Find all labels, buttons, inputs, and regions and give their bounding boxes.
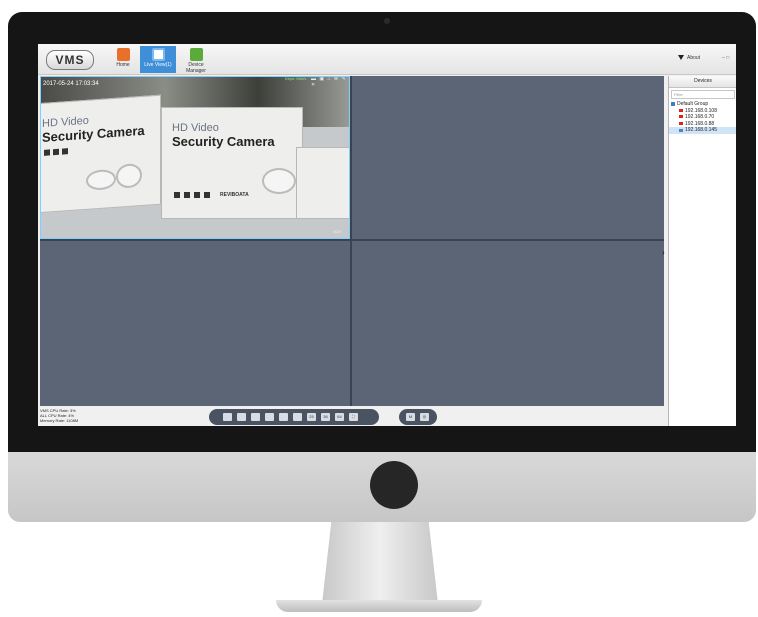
system-status: VMS CPU Rate: 3% ALL CPU Rate: 4% Memory… bbox=[38, 408, 200, 426]
extra-toolbar: M ◎ bbox=[399, 409, 437, 425]
device-manager-button[interactable]: Device Manager bbox=[178, 46, 214, 74]
device-label: 192.168.0.108 bbox=[685, 107, 717, 114]
camera-box-left: HD Video Security Camera bbox=[41, 94, 161, 214]
record-button[interactable]: ◎ bbox=[420, 413, 429, 421]
devices-header: Devices bbox=[669, 76, 736, 88]
camera-icon bbox=[679, 121, 683, 125]
layout-4-button[interactable] bbox=[237, 413, 246, 421]
camera-box-front: HD Video Security Camera REVIBOATA bbox=[161, 107, 303, 219]
monitor-stand-foot bbox=[276, 600, 482, 612]
device-filter-input[interactable]: Filter bbox=[671, 90, 735, 99]
app-toolbar: VMS Home Live View(1) Device Manager Abo… bbox=[38, 44, 736, 75]
layout-8-button[interactable] bbox=[265, 413, 274, 421]
tree-group[interactable]: Default Group bbox=[669, 101, 736, 108]
camera-icon bbox=[679, 108, 683, 112]
box-text-hd: HD Video bbox=[172, 122, 219, 134]
vms-logo: VMS bbox=[46, 50, 94, 70]
monitor-logo-circle bbox=[370, 461, 418, 509]
tree-device[interactable]: 192.168.0.108 bbox=[669, 108, 736, 115]
folder-icon bbox=[671, 101, 675, 106]
home-icon bbox=[116, 48, 130, 61]
video-channel-3[interactable] bbox=[40, 241, 350, 406]
box-icon bbox=[62, 148, 68, 155]
box-icon bbox=[53, 148, 59, 156]
home-label: Home bbox=[116, 62, 130, 68]
layout-16-button[interactable] bbox=[293, 413, 302, 421]
menu-button[interactable]: M bbox=[406, 413, 415, 421]
stream-status: Kbps: Kbit/s bbox=[285, 76, 307, 81]
vms-app-window: VMS Home Live View(1) Device Manager Abo… bbox=[38, 44, 736, 426]
box-icon bbox=[194, 192, 200, 198]
camera-icon bbox=[679, 115, 683, 119]
box-text-security: Security Camera bbox=[172, 134, 275, 149]
tree-device[interactable]: 192.168.0.70 bbox=[669, 114, 736, 121]
layout-36-button[interactable]: 36 bbox=[321, 413, 330, 421]
home-button[interactable]: Home bbox=[112, 46, 134, 73]
camera-illustration bbox=[86, 168, 116, 191]
fullscreen-button[interactable]: ⛶ bbox=[349, 413, 358, 421]
device-manager-icon bbox=[189, 48, 203, 61]
video-channel-4[interactable] bbox=[352, 241, 664, 406]
box-icon bbox=[174, 192, 180, 198]
video-timestamp: 2017-05-24 17:03:34 bbox=[43, 81, 99, 87]
live-view-label: Live View(1) bbox=[144, 62, 172, 68]
box-icon bbox=[184, 192, 190, 198]
about-button[interactable]: About bbox=[678, 55, 700, 61]
device-label: 192.168.0.70 bbox=[685, 114, 715, 121]
panel-collapse-icon[interactable]: › bbox=[662, 248, 665, 257]
layout-64-button[interactable]: 64 bbox=[335, 413, 344, 421]
devices-panel: Devices Filter Default Group 192.168.0.1… bbox=[668, 76, 736, 426]
video-channel-2[interactable] bbox=[352, 76, 664, 239]
video-grid: HD Video Security Camera HD Video Securi… bbox=[40, 76, 664, 406]
layout-1-button[interactable] bbox=[223, 413, 232, 421]
layout-9-button[interactable] bbox=[279, 413, 288, 421]
camera-icon bbox=[679, 128, 683, 132]
camera-illustration bbox=[116, 162, 142, 189]
box-icon bbox=[44, 149, 50, 156]
device-tree: Default Group 192.168.0.108 192.168.0.70… bbox=[669, 101, 736, 134]
layout-6-button[interactable] bbox=[251, 413, 260, 421]
group-label: Default Group bbox=[677, 101, 709, 107]
device-label: 192.168.0.88 bbox=[685, 120, 715, 127]
status-line: Memory Rate: 1108M bbox=[40, 418, 79, 423]
box-brand: REVIBOATA bbox=[220, 192, 249, 198]
about-icon bbox=[678, 55, 684, 61]
device-label: 192.168.0.145 bbox=[685, 127, 717, 134]
channel-watermark: 4CH bbox=[333, 229, 342, 234]
tree-device-selected[interactable]: 192.168.0.145 bbox=[669, 127, 736, 134]
tree-device[interactable]: 192.168.0.88 bbox=[669, 121, 736, 128]
camera-box-right bbox=[296, 147, 349, 219]
layout-25-button[interactable]: 25 bbox=[307, 413, 316, 421]
about-label: About bbox=[687, 55, 701, 61]
webcam-dot bbox=[384, 18, 390, 24]
camera-illustration bbox=[262, 168, 296, 194]
box-icon bbox=[204, 192, 210, 198]
monitor-stand-neck bbox=[322, 522, 438, 604]
device-manager-label: Device Manager bbox=[186, 62, 206, 74]
video-channel-1[interactable]: HD Video Security Camera HD Video Securi… bbox=[40, 76, 350, 239]
layout-toolbar: 25 36 64 ⛶ bbox=[209, 409, 379, 425]
channel-control-icons[interactable]: ▬ ▣ ⌂ ⊕ ✎ ✕ bbox=[311, 77, 349, 88]
window-controls[interactable]: – □ bbox=[722, 55, 729, 61]
live-view-icon bbox=[151, 48, 165, 61]
live-view-button[interactable]: Live View(1) bbox=[140, 46, 176, 73]
